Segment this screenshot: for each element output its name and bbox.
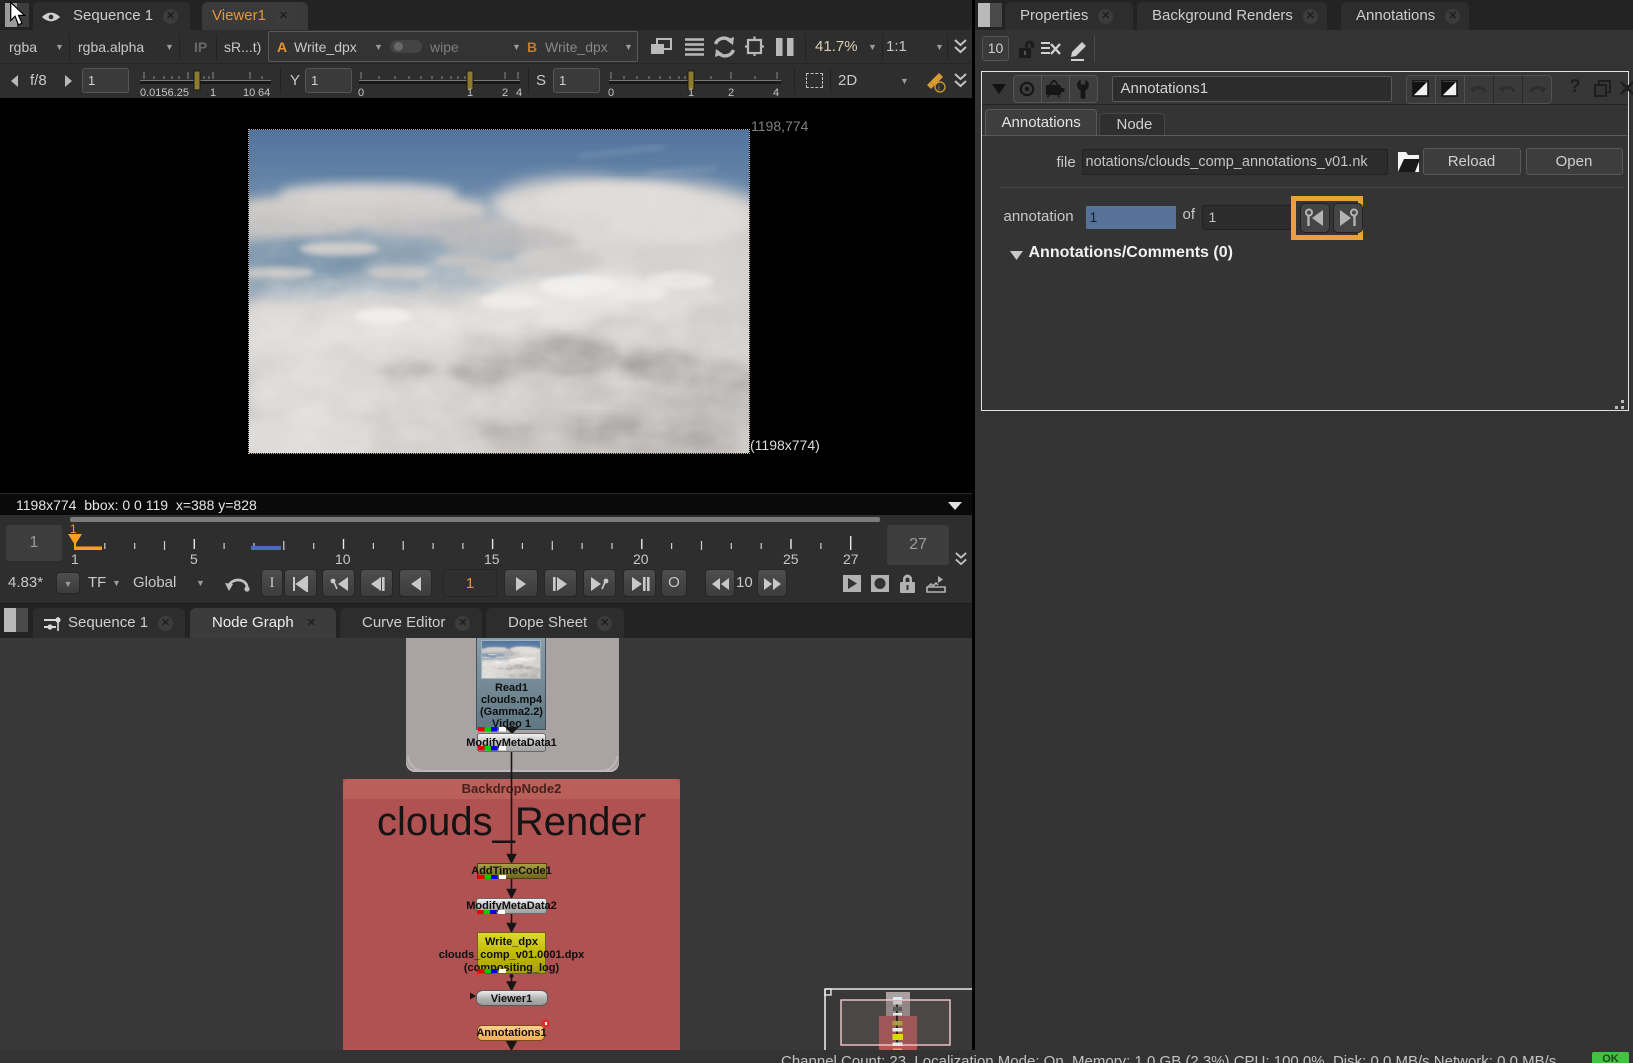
- svg-text:1: 1: [688, 87, 694, 98]
- svg-text:2: 2: [728, 87, 734, 98]
- svg-text:i: i: [938, 84, 940, 93]
- svg-text:20: 20: [633, 551, 649, 565]
- svg-text:1: 1: [210, 87, 216, 98]
- svg-text:27: 27: [843, 551, 859, 565]
- svg-text:15: 15: [484, 551, 500, 565]
- svg-text:1: 1: [70, 523, 77, 536]
- svg-text:2: 2: [502, 87, 508, 98]
- svg-text:1: 1: [467, 87, 473, 98]
- svg-text:4: 4: [773, 87, 779, 98]
- svg-text:0.0156.25: 0.0156.25: [140, 87, 189, 98]
- svg-text:1: 1: [71, 551, 79, 565]
- svg-text:4: 4: [516, 87, 522, 98]
- svg-text:0: 0: [358, 87, 364, 98]
- svg-text:10: 10: [335, 551, 351, 565]
- svg-text:0: 0: [608, 87, 614, 98]
- svg-text:10: 10: [243, 87, 255, 98]
- svg-text:64: 64: [258, 87, 270, 98]
- svg-text:5: 5: [190, 551, 198, 565]
- svg-text:25: 25: [783, 551, 799, 565]
